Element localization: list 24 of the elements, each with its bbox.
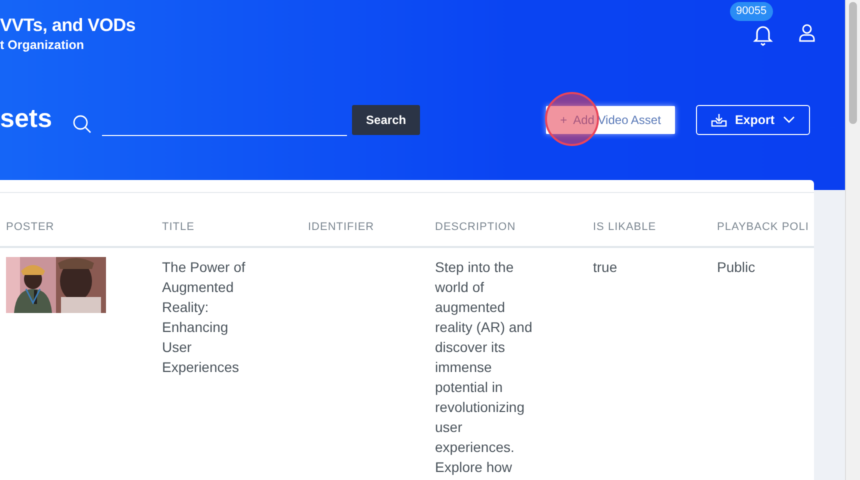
export-button[interactable]: Export xyxy=(696,104,810,136)
download-tray-icon xyxy=(710,113,727,127)
column-header: TITLE xyxy=(156,193,302,248)
click-marker xyxy=(545,92,599,146)
column-header: IDENTIFIER xyxy=(302,193,429,248)
column-header: POSTER xyxy=(0,193,156,248)
page-heading: sets xyxy=(0,103,52,133)
notification-count: 90055 xyxy=(730,2,773,20)
user-icon[interactable] xyxy=(799,24,815,42)
add-video-asset-button[interactable]: + Add Video Asset xyxy=(546,106,675,134)
scrollbar[interactable] xyxy=(845,0,860,480)
playback-policy-value: Public xyxy=(717,258,756,274)
caret-icon xyxy=(782,116,795,124)
description-text: Step into the world of augmented reality (AR) and discover its immense potential in revolutionizing user experiences. Explore how xyxy=(435,258,534,476)
column-header: IS LIKABLE xyxy=(587,193,711,248)
app-title: VVTs, and VODs xyxy=(0,14,136,36)
column-header: DESCRIPTION xyxy=(429,193,587,248)
notification-bell-icon[interactable] xyxy=(753,24,773,46)
column-header: PLAYBACK POLI xyxy=(711,193,814,248)
search-icon xyxy=(72,114,92,134)
likable-value: true xyxy=(593,258,618,274)
organization-name: t Organization xyxy=(0,37,86,54)
search-button[interactable]: Search xyxy=(352,105,420,135)
title-text: The Power of Augmented Reality: Enhancing User Experiences xyxy=(162,258,246,376)
